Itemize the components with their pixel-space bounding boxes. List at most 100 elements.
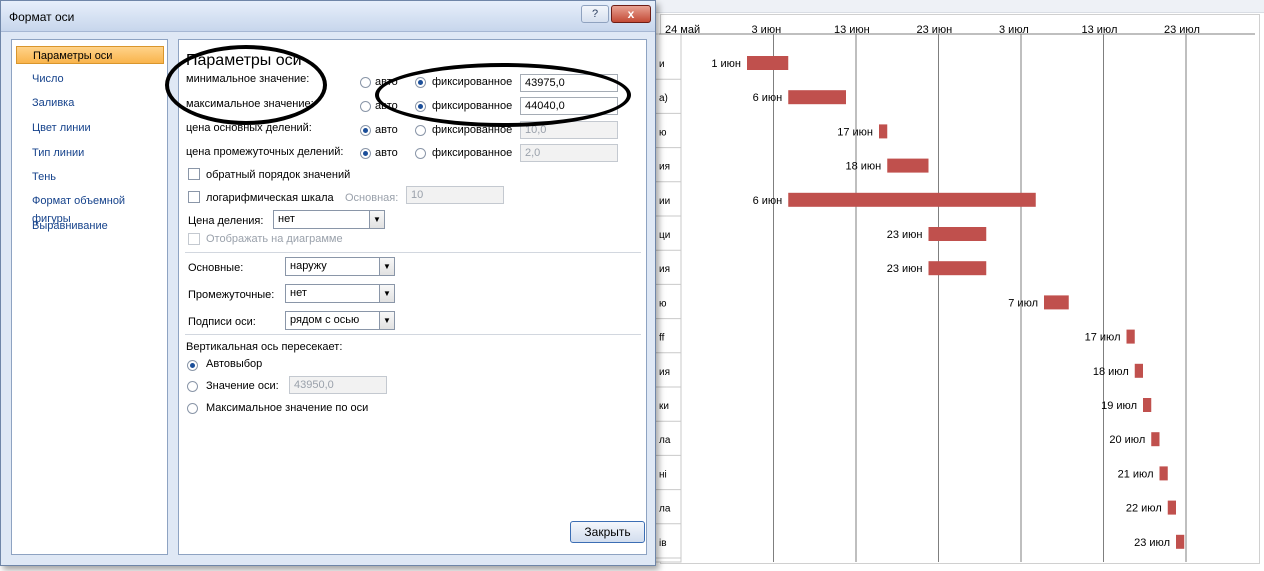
major-tick-value: наружу xyxy=(290,260,327,272)
minor-unit-input[interactable] xyxy=(520,144,618,162)
log-base-label: Основная: xyxy=(345,192,399,204)
major-auto-label: авто xyxy=(375,124,398,136)
display-units-select[interactable]: нет ▼ xyxy=(273,210,385,229)
row-label-stub: ю xyxy=(659,127,667,138)
row-label-stub: ні xyxy=(659,469,667,480)
minor-unit-label: цена промежуточных делений: xyxy=(186,146,344,158)
crosses-value-input[interactable] xyxy=(289,376,387,394)
chevron-down-icon: ▼ xyxy=(369,211,384,228)
minor-tick-value: нет xyxy=(290,287,307,299)
minor-fixed-radio[interactable] xyxy=(415,148,426,159)
minor-tick-label: Промежуточные: xyxy=(188,289,275,301)
chevron-down-icon: ▼ xyxy=(379,258,394,275)
bar-label: 19 июл xyxy=(1101,400,1137,412)
bar-label: 23 июн xyxy=(887,229,923,241)
close-window-button[interactable]: x xyxy=(611,5,651,23)
dialog-titlebar[interactable]: Формат оси ? x xyxy=(1,1,655,32)
display-units-label: Цена деления: xyxy=(188,215,264,227)
vertical-axis-crosses-heading: Вертикальная ось пересекает: xyxy=(186,341,343,353)
gantt-bar xyxy=(887,158,929,173)
axis-labels-label: Подписи оси: xyxy=(188,316,256,328)
crosses-max-radio[interactable] xyxy=(187,403,198,414)
bar-label: 7 июл xyxy=(1008,297,1038,309)
gantt-bar xyxy=(1143,398,1152,412)
nav-item-axis-options[interactable]: Параметры оси xyxy=(16,46,164,64)
log-base-input[interactable] xyxy=(406,186,504,204)
gantt-bar xyxy=(879,124,888,139)
row-label-stub: ци xyxy=(659,230,670,241)
axis-labels-select[interactable]: рядом с осью ▼ xyxy=(285,311,395,330)
chevron-down-icon: ▼ xyxy=(379,312,394,329)
bar-label: 17 июн xyxy=(837,126,873,138)
crosses-auto-radio[interactable] xyxy=(187,360,198,371)
worksheet-header-strip xyxy=(650,0,1264,13)
bar-label: 23 июн xyxy=(887,263,923,275)
minor-auto-radio[interactable] xyxy=(360,148,371,159)
show-on-chart-checkbox[interactable] xyxy=(188,233,200,245)
bar-label: 23 июл xyxy=(1134,537,1170,549)
nav-item-line-color[interactable]: Цвет линии xyxy=(16,119,164,137)
gantt-bar xyxy=(747,56,789,70)
row-label-stub: ия xyxy=(659,367,670,378)
gantt-bar xyxy=(928,227,987,241)
row-label-stub: и xyxy=(659,59,665,70)
minor-fixed-label: фиксированное xyxy=(432,147,513,159)
max-auto-radio[interactable] xyxy=(360,101,371,112)
gantt-bar xyxy=(1159,466,1168,481)
row-label-stub: ки xyxy=(659,401,669,412)
row-label-stub: ия xyxy=(659,264,670,275)
reverse-order-checkbox[interactable] xyxy=(188,168,200,180)
row-label-stub: ии xyxy=(659,196,670,207)
crosses-auto-label: Автовыбор xyxy=(206,358,263,370)
gantt-bar xyxy=(928,261,987,276)
divider xyxy=(185,334,641,335)
nav-item-number[interactable]: Число xyxy=(16,70,164,88)
row-label-stub: ла xyxy=(659,504,671,515)
minor-tick-select[interactable]: нет ▼ xyxy=(285,284,395,303)
log-scale-checkbox[interactable] xyxy=(188,191,200,203)
nav-item-shadow[interactable]: Тень xyxy=(16,168,164,186)
close-button[interactable]: Закрыть xyxy=(570,521,645,543)
major-fixed-radio[interactable] xyxy=(415,125,426,136)
crosses-value-label: Значение оси: xyxy=(206,380,279,392)
row-label-stub: ів xyxy=(659,538,667,549)
bar-label: 22 июл xyxy=(1126,503,1162,515)
format-axis-dialog: Формат оси ? x Параметры оси Число Залив… xyxy=(0,0,656,566)
row-label-stub: ла xyxy=(659,435,671,446)
row-label-stub: ия xyxy=(659,162,670,173)
crosses-value-radio[interactable] xyxy=(187,381,198,392)
major-tick-select[interactable]: наружу ▼ xyxy=(285,257,395,276)
dialog-title: Формат оси xyxy=(9,10,75,24)
divider xyxy=(185,252,641,253)
bar-label: 18 июл xyxy=(1093,366,1129,378)
axis-labels-value: рядом с осью xyxy=(290,314,360,326)
nav-item-line-style[interactable]: Тип линии xyxy=(16,144,164,162)
gantt-bar xyxy=(1134,363,1143,378)
reverse-order-label: обратный порядок значений xyxy=(206,169,351,181)
help-button[interactable]: ? xyxy=(581,5,609,23)
log-scale-label: логарифмическая шкала xyxy=(206,192,334,204)
bar-label: 1 июн xyxy=(711,58,741,70)
min-auto-radio[interactable] xyxy=(360,77,371,88)
bar-label: 20 июл xyxy=(1109,434,1145,446)
row-label-stub: ю xyxy=(659,298,667,309)
minor-auto-label: авто xyxy=(375,147,398,159)
bar-label: 17 июл xyxy=(1085,332,1121,344)
gantt-chart[interactable]: 24 май 3 июн 13 июн 23 июн 3 июл 13 июл 23 июл… xyxy=(655,14,1260,567)
gantt-bar xyxy=(1044,295,1069,310)
row-label-stub: а) xyxy=(659,93,668,104)
gantt-chart-svg: 24 май 3 июн 13 июн 23 июн 3 июл 13 июл 23 июл… xyxy=(655,24,1255,563)
chevron-down-icon: ▼ xyxy=(379,285,394,302)
nav-item-3d-format[interactable]: Формат объемной фигуры xyxy=(16,192,164,225)
row-label-stub: ff xyxy=(659,333,665,344)
crosses-max-label: Максимальное значение по оси xyxy=(206,402,369,414)
display-units-value: нет xyxy=(278,213,295,225)
major-auto-radio[interactable] xyxy=(360,125,371,136)
gantt-bar xyxy=(1167,500,1176,515)
major-tick-label: Основные: xyxy=(188,262,244,274)
bar-label: 21 июл xyxy=(1118,468,1154,480)
gantt-bar xyxy=(1151,432,1160,447)
nav-item-alignment[interactable]: Выравнивание xyxy=(16,217,164,235)
nav-item-fill[interactable]: Заливка xyxy=(16,94,164,112)
bar-label: 6 июн xyxy=(753,92,783,104)
